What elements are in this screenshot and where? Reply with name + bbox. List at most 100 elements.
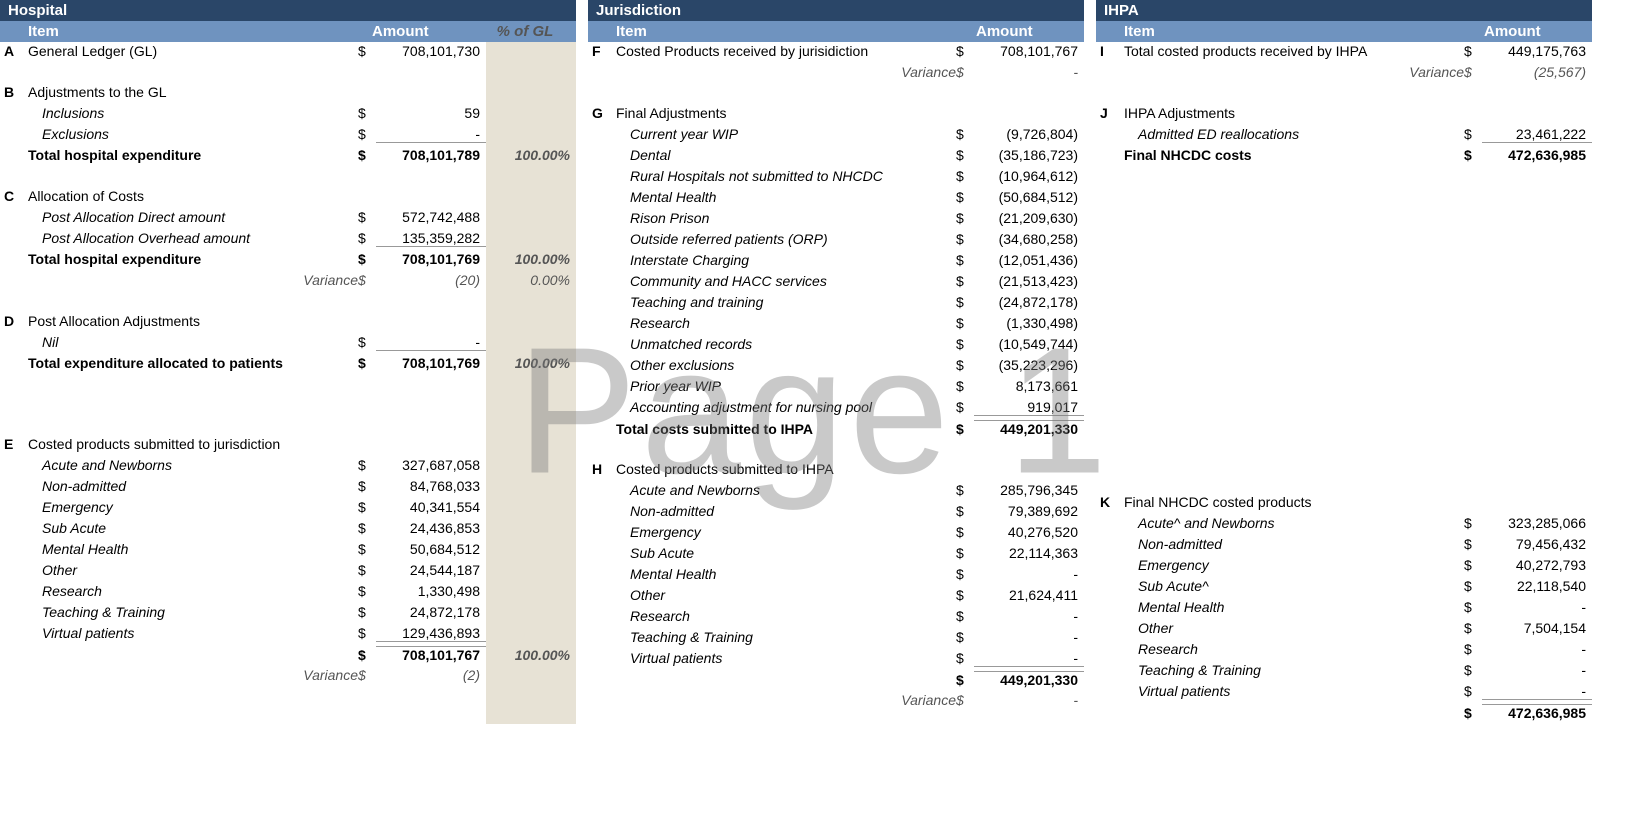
label: Costed Products received by jurisidictio…: [616, 43, 956, 59]
label: Community and HACC services: [616, 273, 956, 289]
row-C-overhead: Post Allocation Overhead amount $ 135,35…: [0, 229, 576, 250]
label: General Ledger (GL): [28, 43, 358, 59]
amount: 708,101,767: [974, 43, 1084, 59]
amount: 59: [376, 105, 486, 121]
hospital-subheader: Item Amount % of GL: [0, 21, 576, 42]
amount: 129,436,893: [376, 625, 486, 642]
label: Variance: [616, 64, 956, 80]
amount: 449,175,763: [1482, 43, 1592, 59]
amount: 708,101,769: [376, 251, 486, 267]
list-item: Research$1,330,498: [0, 582, 576, 603]
row-K: K Final NHCDC costed products: [1096, 493, 1592, 514]
amount: 22,114,363: [974, 545, 1084, 561]
amount: -: [974, 608, 1084, 624]
label: Unmatched records: [616, 336, 956, 352]
list-item: Dental$(35,186,723): [588, 146, 1084, 167]
label: Other exclusions: [616, 357, 956, 373]
list-item: Virtual patients$-: [1096, 682, 1592, 703]
jurisdiction-header: Jurisdiction: [588, 0, 1084, 21]
label: Current year WIP: [616, 126, 956, 142]
list-item: Mental Health$-: [588, 565, 1084, 586]
row-I: I Total costed products received by IHPA…: [1096, 42, 1592, 63]
row-G: G Final Adjustments: [588, 104, 1084, 125]
label: Non-admitted: [1124, 536, 1464, 552]
label: Other: [28, 562, 358, 578]
list-item: Non-admitted$79,389,692: [588, 502, 1084, 523]
amount: 24,544,187: [376, 562, 486, 578]
row-F-variance: Variance $ -: [588, 63, 1084, 84]
pct: 0.00%: [486, 272, 576, 288]
list-item: Sub Acute^$22,118,540: [1096, 577, 1592, 598]
col-amount: Amount: [1472, 23, 1592, 40]
label: Teaching & Training: [28, 604, 358, 620]
label: Other: [616, 587, 956, 603]
amount: 50,684,512: [376, 541, 486, 557]
label: Mental Health: [616, 189, 956, 205]
list-item: Virtual patients$129,436,893: [0, 624, 576, 645]
amount: 327,687,058: [376, 457, 486, 473]
label: Total hospital expenditure: [28, 147, 358, 163]
amount: -: [974, 692, 1084, 708]
label: Emergency: [1124, 557, 1464, 573]
label: Inclusions: [28, 105, 358, 121]
list-item: Emergency$40,341,554: [0, 498, 576, 519]
amount: -: [376, 126, 486, 143]
row-D-total: Total expenditure allocated to patients …: [0, 354, 576, 375]
list-item: Teaching and training$(24,872,178): [588, 293, 1084, 314]
row-J: J IHPA Adjustments: [1096, 104, 1592, 125]
row-C-variance: Variance $ (20) 0.00%: [0, 271, 576, 292]
label: Acute^ and Newborns: [1124, 515, 1464, 531]
label: Final NHCDC costs: [1124, 147, 1464, 163]
list-item: Prior year WIP$8,173,661: [588, 377, 1084, 398]
row-B-exclusions: Exclusions $ -: [0, 125, 576, 146]
row-A: A General Ledger (GL) $ 708,101,730: [0, 42, 576, 63]
amount: 472,636,985: [1482, 704, 1592, 721]
list-item: Teaching & Training$-: [1096, 661, 1592, 682]
label: Non-admitted: [28, 478, 358, 494]
row-J-admitted: Admitted ED reallocations $ 23,461,222: [1096, 125, 1592, 146]
label: Costed products submitted to jurisdictio…: [28, 436, 358, 452]
amount: 449,201,330: [974, 420, 1084, 437]
label: Post Allocation Adjustments: [28, 313, 358, 329]
amount: 449,201,330: [974, 671, 1084, 688]
amount: (9,726,804): [974, 126, 1084, 142]
label: Nil: [28, 334, 358, 350]
ihpa-subheader: Item Amount: [1096, 21, 1592, 42]
amount: (35,186,723): [974, 147, 1084, 163]
row-F: F Costed Products received by jurisidict…: [588, 42, 1084, 63]
label: Variance: [28, 272, 358, 288]
list-item: Other$7,504,154: [1096, 619, 1592, 640]
label: Prior year WIP: [616, 378, 956, 394]
list-item: Teaching & Training$24,872,178: [0, 603, 576, 624]
label: Accounting adjustment for nursing pool: [616, 399, 956, 415]
label: Mental Health: [28, 541, 358, 557]
row-B-total: Total hospital expenditure $ 708,101,789…: [0, 146, 576, 167]
list-item: Other$21,624,411: [588, 586, 1084, 607]
row-B: B Adjustments to the GL: [0, 83, 576, 104]
amount: 84,768,033: [376, 478, 486, 494]
amount: 708,101,730: [376, 43, 486, 59]
label: Variance: [28, 667, 358, 683]
amount: (34,680,258): [974, 231, 1084, 247]
row-H: H Costed products submitted to IHPA: [588, 460, 1084, 481]
amount: (10,964,612): [974, 168, 1084, 184]
col-pct: % of GL: [480, 23, 576, 40]
label: Teaching and training: [616, 294, 956, 310]
amount: -: [1482, 683, 1592, 700]
amount: (50,684,512): [974, 189, 1084, 205]
label: Research: [1124, 641, 1464, 657]
list-item: Emergency$40,276,520: [588, 523, 1084, 544]
pct: 100.00%: [486, 355, 576, 371]
list-item: Acute^ and Newborns$323,285,066: [1096, 514, 1592, 535]
amount: (12,051,436): [974, 252, 1084, 268]
amount: (2): [376, 667, 486, 683]
col-amount: Amount: [360, 23, 480, 40]
amount: 40,341,554: [376, 499, 486, 515]
label: Mental Health: [616, 566, 956, 582]
list-item: Accounting adjustment for nursing pool$9…: [588, 398, 1084, 419]
amount: (25,567): [1482, 64, 1592, 80]
list-item: Mental Health$-: [1096, 598, 1592, 619]
label: Final Adjustments: [616, 105, 956, 121]
label: Variance: [1124, 64, 1464, 80]
row-K-total: $ 472,636,985: [1096, 703, 1592, 724]
